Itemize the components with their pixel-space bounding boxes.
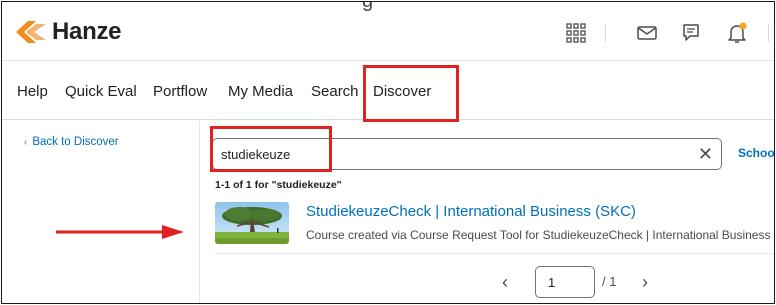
cropped-text: g xyxy=(362,1,374,12)
previous-page-icon[interactable]: ‹ xyxy=(502,272,508,293)
school-filter-link[interactable]: School xyxy=(738,146,774,160)
annotation-box-discover xyxy=(363,65,459,122)
nav-item-help[interactable]: Help xyxy=(17,83,48,100)
side-panel: ‹ Back to Discover xyxy=(2,121,200,303)
results-count: 1-1 of 1 for "studiekeuze" xyxy=(215,179,342,191)
nav-item-quick-eval[interactable]: Quick Eval xyxy=(65,83,137,100)
header-bar: g Hanze xyxy=(2,1,774,60)
hanze-logo-icon xyxy=(16,21,46,43)
back-link-label: Back to Discover xyxy=(32,136,119,148)
page-total: / 1 xyxy=(602,274,617,289)
course-thumbnail-image[interactable] xyxy=(215,202,289,244)
browser-frame: g Hanze Help Quick Eval Portflow My Medi… xyxy=(1,1,775,304)
nav-item-portflow[interactable]: Portflow xyxy=(153,83,207,100)
brand-name: Hanze xyxy=(52,18,122,45)
result-divider xyxy=(215,253,774,254)
header-separator xyxy=(605,24,606,42)
bell-icon[interactable] xyxy=(722,18,752,48)
course-description: Course created via Course Request Tool f… xyxy=(306,228,775,242)
nav-item-my-media[interactable]: My Media xyxy=(228,83,293,100)
mail-icon[interactable] xyxy=(632,18,662,48)
nav-item-search[interactable]: Search xyxy=(311,83,359,100)
chat-icon[interactable] xyxy=(676,18,706,48)
chevron-left-icon: ‹ xyxy=(24,137,28,148)
back-to-discover-link[interactable]: ‹ Back to Discover xyxy=(24,136,119,148)
course-title-link[interactable]: StudiekeuzeCheck | International Busines… xyxy=(306,203,636,220)
page-number-input[interactable] xyxy=(535,266,595,298)
apps-grid-icon[interactable] xyxy=(561,18,591,48)
annotation-box-search xyxy=(210,126,332,172)
annotation-arrow-icon xyxy=(56,225,184,239)
list-item[interactable]: StudiekeuzeCheck | International Busines… xyxy=(215,198,775,250)
next-page-icon[interactable]: › xyxy=(642,272,648,293)
header-separator xyxy=(768,24,769,42)
hanze-logo[interactable]: Hanze xyxy=(14,18,122,46)
clear-search-icon[interactable]: ✕ xyxy=(698,144,713,164)
